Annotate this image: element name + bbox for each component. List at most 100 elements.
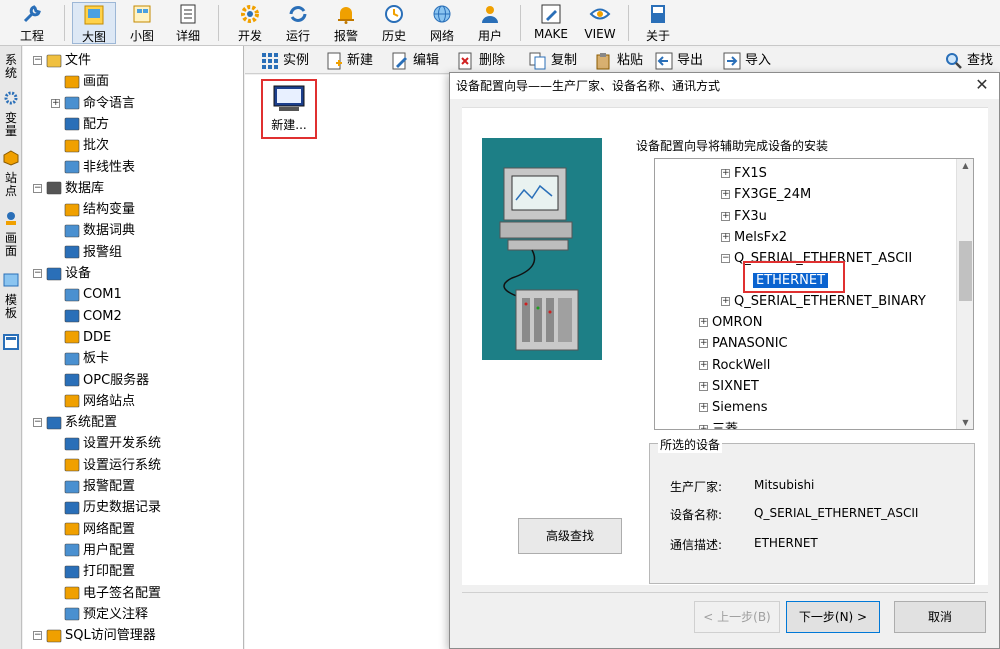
collapse-icon[interactable]: − (33, 269, 42, 278)
tree-node[interactable]: 历史数据记录 (51, 497, 161, 518)
new-button[interactable]: 新建 (325, 51, 373, 71)
tree-node[interactable]: 非线性表 (51, 157, 135, 178)
tab-system[interactable]: 系统 (1, 54, 21, 80)
tree-node[interactable]: 设置开发系统 (51, 433, 161, 454)
monitor-icon (46, 267, 62, 280)
tree-node[interactable]: 报警配置 (51, 476, 135, 497)
close-button[interactable]: ✕ (973, 76, 991, 94)
device-tree-node[interactable]: + RockWell (699, 355, 770, 376)
expand-icon[interactable]: + (699, 403, 708, 413)
collapse-icon[interactable]: − (33, 418, 42, 428)
scroll-down-icon[interactable]: ▼ (960, 418, 971, 427)
tree-node[interactable]: 报警组 (51, 242, 122, 263)
tree-node[interactable]: 预定义注释 (51, 604, 148, 625)
tree-node[interactable]: COM2 (51, 306, 122, 327)
tree-node[interactable]: − 设备 (33, 263, 91, 284)
make-button[interactable]: MAKE (528, 2, 574, 44)
collapse-icon[interactable]: − (721, 254, 730, 264)
tree-node[interactable]: 批次 (51, 135, 109, 156)
expand-icon[interactable]: + (51, 98, 60, 108)
export-button[interactable]: 导出 (655, 51, 703, 71)
tab-picture-icon[interactable] (1, 272, 21, 290)
tree-node[interactable]: 网络配置 (51, 519, 135, 540)
tree-node[interactable]: 板卡 (51, 348, 109, 369)
cancel-button[interactable]: 取消 (894, 601, 986, 633)
alarm-button[interactable]: 报警 (324, 2, 368, 44)
device-tree-node[interactable]: + Siemens (699, 397, 768, 418)
tab-station[interactable]: 站点 (1, 172, 21, 198)
device-tree-node[interactable]: + FX3GE_24M (721, 184, 811, 205)
edit-button[interactable]: 编辑 (391, 51, 439, 71)
next-button[interactable]: 下一步(N) > (786, 601, 880, 633)
history-button[interactable]: 历史 (372, 2, 416, 44)
tree-node[interactable]: 设置运行系统 (51, 455, 161, 476)
expand-icon[interactable]: + (699, 318, 708, 328)
expand-icon[interactable]: + (699, 339, 708, 349)
run-button[interactable]: 运行 (276, 2, 320, 44)
prev-button[interactable]: < 上一步(B) (694, 601, 780, 633)
tree-node[interactable]: 配方 (51, 114, 109, 135)
tree-node[interactable]: COM1 (51, 284, 122, 305)
device-tree-node[interactable]: + OMRON (699, 312, 762, 333)
tab-picture[interactable]: 画面 (1, 232, 21, 258)
network-button[interactable]: 网络 (420, 2, 464, 44)
copy-button[interactable]: 复制 (529, 51, 577, 71)
instance-button[interactable]: 实例 (261, 51, 309, 71)
tree-node[interactable]: 打印配置 (51, 561, 135, 582)
tab-template-icon[interactable] (1, 334, 21, 352)
develop-button[interactable]: 开发 (228, 2, 272, 44)
search-button[interactable]: 查找 (945, 51, 993, 71)
device-tree-node[interactable]: + 三菱 (699, 419, 738, 429)
expand-icon[interactable]: + (721, 169, 730, 178)
detail-view-button[interactable]: 详细 (166, 2, 210, 44)
view-button[interactable]: VIEW (578, 2, 622, 44)
import-button[interactable]: 导入 (723, 51, 771, 71)
paste-button[interactable]: 粘贴 (595, 51, 643, 71)
expand-icon[interactable]: + (721, 296, 730, 306)
tree-node[interactable]: − SQL访问管理器 (33, 625, 156, 646)
tab-variable[interactable]: 变量 (1, 112, 21, 138)
tab-variable-icon[interactable] (1, 150, 21, 168)
device-tree-node[interactable]: + SIXNET (699, 376, 759, 397)
project-button[interactable]: 工程 (8, 2, 56, 44)
tree-node[interactable]: 电子签名配置 (51, 583, 161, 604)
device-tree-node[interactable]: + MelsFx2 (721, 227, 787, 248)
collapse-icon[interactable]: − (33, 56, 42, 65)
tab-system-icon[interactable] (1, 90, 21, 108)
expand-icon[interactable]: + (699, 382, 708, 391)
user-button[interactable]: 用户 (468, 2, 512, 44)
device-tree-node[interactable]: + Q_SERIAL_ETHERNET_BINARY (721, 291, 926, 312)
device-tree-node[interactable]: + PANASONIC (699, 333, 788, 354)
small-view-button[interactable]: 小图 (120, 2, 164, 44)
tab-station-icon[interactable] (1, 210, 21, 228)
tree-node[interactable]: 画面 (51, 71, 109, 92)
tree-node[interactable]: 数据词典 (51, 220, 135, 241)
tree-node[interactable]: 网络站点 (51, 391, 135, 412)
tree-node[interactable]: + 命令语言 (51, 93, 135, 114)
delete-button[interactable]: 删除 (457, 51, 505, 71)
device-tree-node[interactable]: + FX1S (721, 163, 767, 184)
new-device-item[interactable]: 新建... (261, 79, 317, 139)
expand-icon[interactable]: + (721, 211, 730, 221)
expand-icon[interactable]: + (699, 424, 708, 429)
collapse-icon[interactable]: − (33, 631, 42, 641)
expand-icon[interactable]: + (699, 360, 708, 370)
tree-node[interactable]: OPC服务器 (51, 370, 149, 391)
tree-node[interactable]: − 系统配置 (33, 412, 117, 433)
device-tree-node[interactable]: + FX3u (721, 206, 767, 227)
device-tree-scrollbar[interactable]: ▲ ▼ (956, 159, 973, 429)
tree-node[interactable]: 结构变量 (51, 199, 135, 220)
collapse-icon[interactable]: − (33, 183, 42, 193)
expand-icon[interactable]: + (721, 190, 730, 200)
tab-template[interactable]: 模板 (1, 294, 21, 320)
tree-node[interactable]: DDE (51, 327, 111, 348)
scroll-thumb[interactable] (959, 241, 972, 301)
tree-node[interactable]: 用户配置 (51, 540, 135, 561)
scroll-up-icon[interactable]: ▲ (960, 161, 971, 170)
about-button[interactable]: 关于 (636, 2, 680, 44)
large-view-button[interactable]: 大图 (72, 2, 116, 44)
advanced-search-button[interactable]: 高级查找 (518, 518, 622, 554)
tree-node[interactable]: − 数据库 (33, 178, 104, 199)
expand-icon[interactable]: + (721, 232, 730, 242)
tree-node[interactable]: − 文件 (33, 50, 91, 71)
